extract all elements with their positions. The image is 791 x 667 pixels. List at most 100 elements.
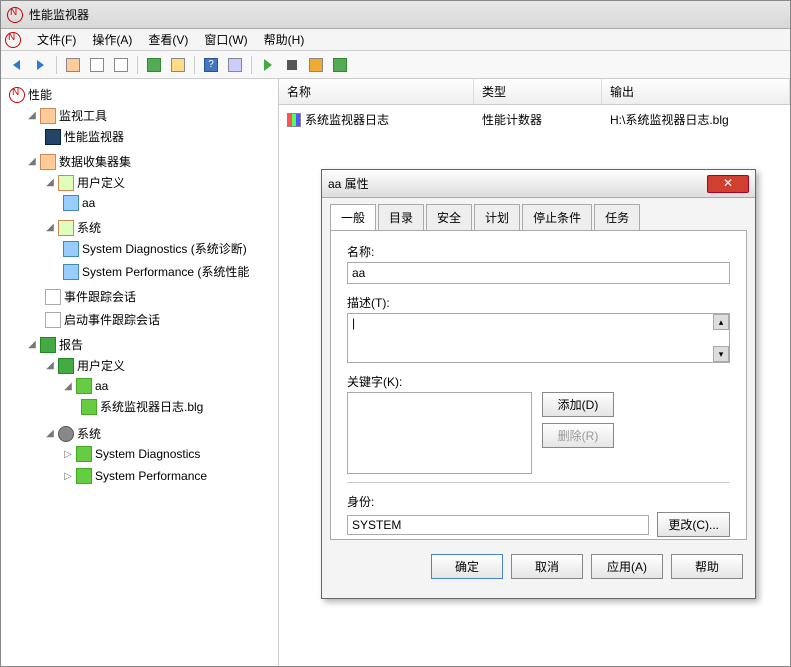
collapse-icon[interactable]: ◢ <box>63 381 73 392</box>
db-icon <box>76 468 92 484</box>
log-button[interactable] <box>329 54 351 76</box>
menu-action[interactable]: 操作(A) <box>84 29 140 50</box>
tree-rep-sd[interactable]: ▷System Diagnostics <box>61 445 278 463</box>
tab-schedule[interactable]: 计划 <box>474 204 520 230</box>
collapse-icon[interactable]: ◢ <box>45 360 55 371</box>
export-icon <box>171 58 185 72</box>
tab-general[interactable]: 一般 <box>330 204 376 230</box>
change-button[interactable]: 更改(C)... <box>657 512 730 537</box>
tree-panel[interactable]: 性能 ◢监视工具 性能监视器 ◢数据收集器集 ◢用户定义 aa <box>1 79 279 666</box>
col-type[interactable]: 类型 <box>474 79 602 104</box>
cube-icon <box>63 264 79 280</box>
export-button[interactable] <box>167 54 189 76</box>
apply-button[interactable]: 应用(A) <box>591 554 663 579</box>
collapse-icon[interactable]: ◢ <box>27 156 37 167</box>
tree-rep-sp[interactable]: ▷System Performance <box>61 467 278 485</box>
tree-rep-user[interactable]: ◢用户定义 <box>43 356 278 375</box>
back-button[interactable] <box>5 54 27 76</box>
kw-label: 关键字(K): <box>347 373 730 390</box>
db-icon <box>81 399 97 415</box>
forward-button[interactable] <box>29 54 51 76</box>
report-icon <box>58 358 74 374</box>
log-icon <box>333 58 347 72</box>
tree-collector-sets[interactable]: ◢数据收集器集 <box>25 152 278 171</box>
tree-sys-perf[interactable]: System Performance (系统性能 <box>61 262 278 281</box>
cursor: | <box>352 316 355 330</box>
arrow-right-icon <box>37 60 44 70</box>
tree-sys-diag[interactable]: System Diagnostics (系统诊断) <box>61 239 278 258</box>
stop-icon <box>287 60 297 70</box>
dialog-buttons: 确定 取消 应用(A) 帮助 <box>322 548 755 585</box>
collapse-icon[interactable]: ◢ <box>45 222 55 233</box>
col-name[interactable]: 名称 <box>279 79 474 104</box>
scroll-up-icon[interactable]: ▴ <box>713 314 729 330</box>
tree-startup-event[interactable]: 启动事件跟踪会话 <box>43 310 278 329</box>
tab-stop[interactable]: 停止条件 <box>522 204 592 230</box>
separator <box>251 56 252 74</box>
menubar-app-icon <box>5 32 21 48</box>
delete-button[interactable]: 删除(R) <box>542 423 614 448</box>
desc-field[interactable]: | ▴ ▾ <box>347 313 730 363</box>
new-button[interactable] <box>305 54 327 76</box>
tree-rep-system[interactable]: ◢系统 <box>43 424 278 443</box>
prop-icon <box>228 58 242 72</box>
col-output[interactable]: 输出 <box>602 79 790 104</box>
refresh-icon <box>147 58 161 72</box>
refresh-button[interactable] <box>143 54 165 76</box>
id-label: 身份: <box>347 493 730 510</box>
list-header: 名称 类型 输出 <box>279 79 790 105</box>
collapse-icon[interactable]: ◢ <box>27 339 37 350</box>
tree-root[interactable]: 性能 <box>7 85 278 104</box>
menubar: 文件(F) 操作(A) 查看(V) 窗口(W) 帮助(H) <box>1 29 790 51</box>
folder-button[interactable] <box>62 54 84 76</box>
help-icon: ? <box>204 58 218 72</box>
toolbar: ? <box>1 51 790 79</box>
menu-file[interactable]: 文件(F) <box>29 29 84 50</box>
close-button[interactable]: ✕ <box>707 175 749 193</box>
identity-field: SYSTEM <box>347 515 649 535</box>
scroll-down-icon[interactable]: ▾ <box>713 346 729 362</box>
chart-icon <box>287 113 301 127</box>
tree-reports[interactable]: ◢报告 <box>25 335 278 354</box>
separator <box>194 56 195 74</box>
window-icon <box>114 58 128 72</box>
expand-icon[interactable]: ▷ <box>63 471 73 482</box>
cancel-button[interactable]: 取消 <box>511 554 583 579</box>
view-button[interactable] <box>86 54 108 76</box>
tree-aa[interactable]: aa <box>61 194 278 212</box>
report-icon <box>40 337 56 353</box>
app-icon <box>7 7 23 23</box>
list-row[interactable]: 系统监视器日志 性能计数器 H:\系统监视器日志.blg <box>279 105 790 134</box>
divider <box>347 482 730 483</box>
collapse-icon[interactable]: ◢ <box>45 177 55 188</box>
window-button[interactable] <box>110 54 132 76</box>
cube-icon <box>63 241 79 257</box>
tree-event-trace[interactable]: 事件跟踪会话 <box>43 287 278 306</box>
menu-help[interactable]: 帮助(H) <box>256 29 313 50</box>
tab-security[interactable]: 安全 <box>426 204 472 230</box>
tree-rep-log[interactable]: 系统监视器日志.blg <box>79 397 278 416</box>
expand-icon[interactable]: ▷ <box>63 449 73 460</box>
menu-window[interactable]: 窗口(W) <box>196 29 255 50</box>
tab-task[interactable]: 任务 <box>594 204 640 230</box>
tab-dir[interactable]: 目录 <box>378 204 424 230</box>
tree-monitor-tools[interactable]: ◢监视工具 <box>25 106 278 125</box>
help-button[interactable]: 帮助 <box>671 554 743 579</box>
collapse-icon[interactable]: ◢ <box>27 110 37 121</box>
tab-pane-general: 名称: aa 描述(T): | ▴ ▾ 关键字(K): 添加(D) 删除(R) … <box>330 230 747 540</box>
titlebar: 性能监视器 <box>1 1 790 29</box>
view-icon <box>90 58 104 72</box>
tree-perf-monitor[interactable]: 性能监视器 <box>43 127 278 146</box>
tree-user-defined[interactable]: ◢用户定义 <box>43 173 278 192</box>
prop-button[interactable] <box>224 54 246 76</box>
stop-button[interactable] <box>281 54 303 76</box>
help-button[interactable]: ? <box>200 54 222 76</box>
tree-system[interactable]: ◢系统 <box>43 218 278 237</box>
collapse-icon[interactable]: ◢ <box>45 428 55 439</box>
menu-view[interactable]: 查看(V) <box>140 29 196 50</box>
play-button[interactable] <box>257 54 279 76</box>
ok-button[interactable]: 确定 <box>431 554 503 579</box>
keyword-list[interactable] <box>347 392 532 474</box>
tree-rep-aa[interactable]: ◢aa <box>61 377 278 395</box>
add-button[interactable]: 添加(D) <box>542 392 614 417</box>
